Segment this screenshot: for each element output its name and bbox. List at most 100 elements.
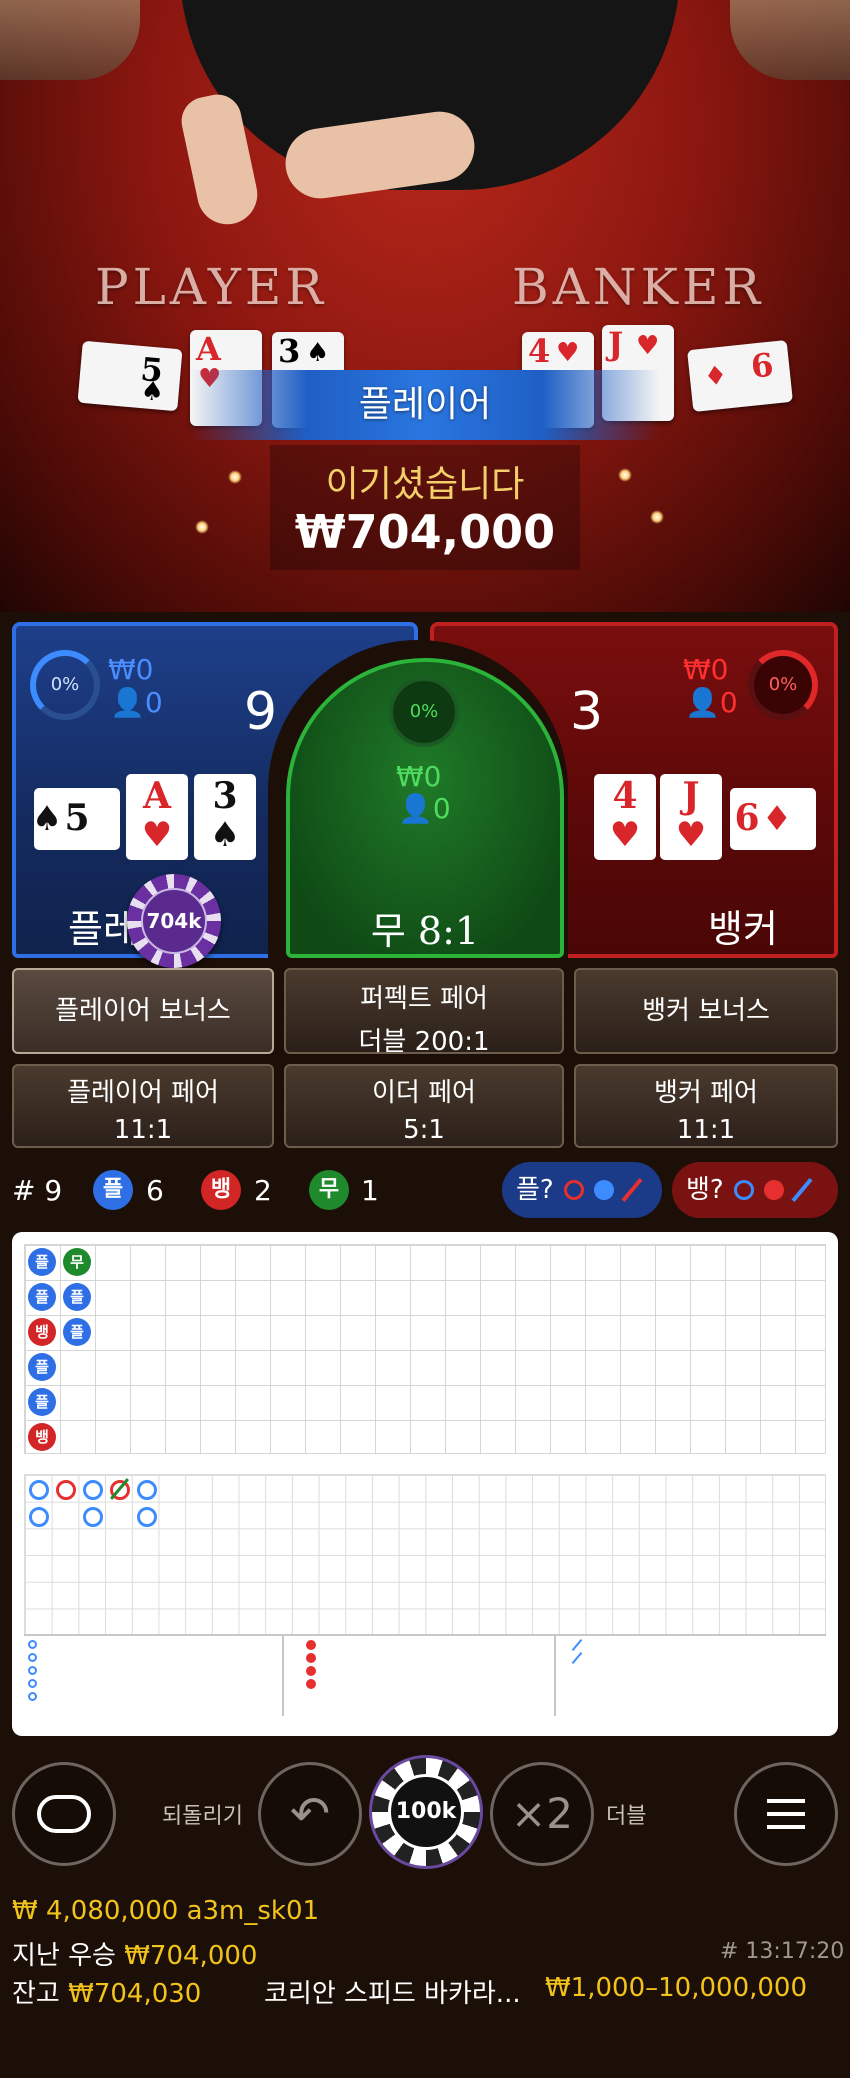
cockroach-slash-icon <box>791 1177 813 1203</box>
winner-label: 플레이어 <box>358 384 492 425</box>
small-road-dot-icon <box>594 1180 614 1200</box>
last-win: 지난 우승 ₩704,000 <box>12 1941 258 1971</box>
banker-bonus-button[interactable]: 뱅커 보너스 <box>574 968 838 1054</box>
chair-right <box>730 0 850 80</box>
bet-limits: ₩1,000–10,000,000 <box>545 1973 808 2003</box>
derived-roads <box>24 1634 826 1716</box>
win-amount: ₩704,000 <box>294 505 556 559</box>
player-wins-badge: 플 <box>93 1170 133 1210</box>
player-score: 9 <box>244 682 278 742</box>
live-video-feed: PLAYER BANKER 5♠ A♥ 3♠ 4♥ J♥ 6♦ 플레이어 이기셨… <box>0 0 850 612</box>
game-name[interactable]: 코리안 스피드 바카라... <box>264 1973 521 2010</box>
banker-spot-card-1: 4 ♥ <box>594 774 656 860</box>
banker-bettors: 👤0 <box>685 686 738 719</box>
bead-road-grid <box>24 1244 826 1454</box>
player-spot-card-3: 3 ♠ <box>194 774 256 860</box>
player-wins-count: 6 <box>146 1174 164 1207</box>
big-road-player <box>83 1507 103 1527</box>
menu-button[interactable] <box>734 1762 838 1866</box>
table-icon <box>37 1795 91 1833</box>
banker-score: 3 <box>570 682 604 742</box>
banker-wins-count: 2 <box>254 1174 272 1207</box>
table-view-button[interactable] <box>12 1762 116 1866</box>
banker-pair-button[interactable]: 뱅커 페어 11:1 <box>574 1064 838 1148</box>
win-message: 이기셨습니다 <box>325 464 525 505</box>
double-button[interactable]: ×2 <box>490 1762 594 1866</box>
player-bonus-button[interactable]: 플레이어 보너스 <box>12 968 274 1054</box>
person-icon: 👤 <box>398 792 433 825</box>
chip-selector[interactable]: 100k <box>372 1758 480 1866</box>
banker-percent-ring: 0% <box>748 650 818 720</box>
tie-total-amount: ₩0 <box>396 760 442 793</box>
player-spot-card-1: 5 ♠ <box>32 788 120 850</box>
double-label: 더블 <box>606 1804 647 1829</box>
player-bettors: 👤0 <box>110 686 163 719</box>
big-eye-mark <box>28 1692 37 1701</box>
player-table-label: PLAYER <box>95 258 328 316</box>
bead-player: 플 <box>63 1283 91 1311</box>
player-pair-button[interactable]: 플레이어 페어 11:1 <box>12 1064 274 1148</box>
big-road-player <box>29 1480 49 1500</box>
banker-total-amount: ₩0 <box>683 653 729 686</box>
menu-icon <box>767 1799 805 1803</box>
round-count: # 9 <box>12 1174 63 1207</box>
undo-button[interactable]: ↶ <box>258 1762 362 1866</box>
big-eye-ring-icon <box>564 1180 584 1200</box>
banker-wins-badge: 뱅 <box>201 1170 241 1210</box>
player-percent-ring: 0% <box>30 650 100 720</box>
cockroach-slash-icon <box>621 1177 643 1203</box>
bead-player: 플 <box>63 1318 91 1346</box>
player-card-1: 5 ♠ <box>77 340 183 412</box>
derived-road-divider <box>282 1636 284 1716</box>
banker-card-3: 6 ♦ <box>687 339 793 413</box>
small-road-mark <box>306 1666 316 1676</box>
big-road-player <box>137 1480 157 1500</box>
double-icon: ×2 <box>511 1789 573 1838</box>
bead-banker: 뱅 <box>28 1318 56 1346</box>
cockroach-road-mark <box>571 1638 583 1652</box>
chair-left <box>0 0 140 80</box>
player-predict-button[interactable]: 플? <box>502 1162 662 1218</box>
big-eye-mark <box>28 1640 37 1649</box>
scoreboard-roadmap[interactable]: 플 플 뱅 플 플 뱅 무 플 플 <box>12 1232 838 1736</box>
player-total-amount: ₩0 <box>108 653 154 686</box>
banker-spot-label: 뱅커 <box>708 907 778 951</box>
banker-predict-button[interactable]: 뱅? <box>672 1162 838 1218</box>
total-bet: ₩ 4,080,000 a3m_sk01 <box>12 1896 320 1926</box>
sparkle-icon <box>650 510 664 524</box>
small-road-mark <box>306 1640 316 1650</box>
small-road-dot-icon <box>764 1180 784 1200</box>
bead-player: 플 <box>28 1248 56 1276</box>
banker-spot-card-3: 6 ♦ <box>730 788 816 850</box>
small-road-mark <box>306 1679 316 1689</box>
person-icon: 👤 <box>685 686 720 719</box>
big-road-player <box>83 1480 103 1500</box>
derived-road-divider <box>554 1636 556 1716</box>
undo-label: 되돌리기 <box>162 1804 243 1829</box>
banker-spot-card-2: J ♥ <box>660 774 722 860</box>
bead-player: 플 <box>28 1388 56 1416</box>
username: a3m_sk01 <box>186 1896 320 1926</box>
sparkle-icon <box>618 468 632 482</box>
perfect-pair-button[interactable]: 퍼펙트 페어 더블 200:1 <box>284 968 564 1057</box>
big-eye-mark <box>28 1679 37 1688</box>
person-icon: 👤 <box>110 686 145 719</box>
either-pair-button[interactable]: 이더 페어 5:1 <box>284 1064 564 1148</box>
winner-banner: 플레이어 <box>190 370 660 440</box>
menu-icon <box>767 1825 805 1829</box>
big-eye-ring-icon <box>734 1180 754 1200</box>
banker-table-label: BANKER <box>512 258 765 316</box>
bead-player: 플 <box>28 1353 56 1381</box>
balance: 잔고 ₩704,030 <box>12 1979 202 2009</box>
tie-percent-ring: 0% <box>389 677 459 747</box>
menu-icon <box>767 1812 805 1816</box>
player-spot-card-2: A ♥ <box>126 774 188 860</box>
bead-player: 플 <box>28 1283 56 1311</box>
small-road-mark <box>306 1653 316 1663</box>
banker-percent: 0% <box>768 674 798 695</box>
cockroach-road-mark <box>571 1651 583 1665</box>
undo-icon: ↶ <box>289 1786 331 1842</box>
bead-banker: 뱅 <box>28 1423 56 1451</box>
round-id: # 13:17:20 <box>720 1939 845 1964</box>
tie-bettors: 👤0 <box>398 792 451 825</box>
